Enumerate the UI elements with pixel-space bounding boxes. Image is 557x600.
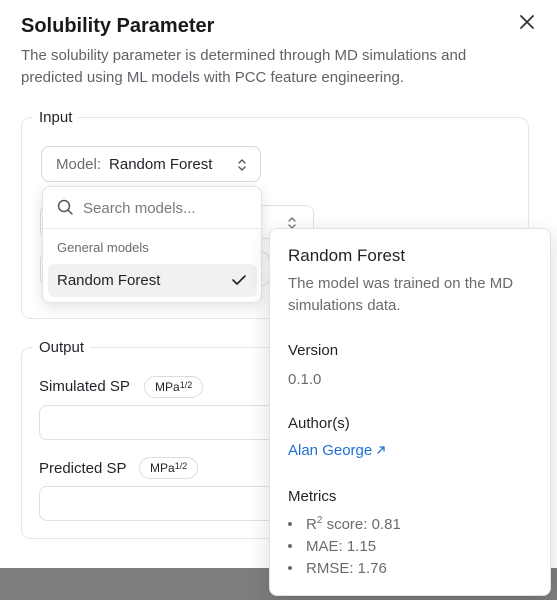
simulated-sp-label: Simulated SP: [39, 378, 130, 395]
option-label: Random Forest: [57, 272, 161, 289]
author-name: Alan George: [288, 442, 373, 459]
external-link-icon: [376, 442, 386, 459]
model-select-label: Model:: [56, 155, 102, 173]
model-search-input[interactable]: [81, 196, 250, 220]
close-icon[interactable]: [517, 12, 537, 32]
model-select-value: Random Forest: [109, 155, 213, 173]
metric-name: R: [306, 516, 317, 533]
simulated-sp-field[interactable]: [39, 405, 299, 440]
model-select[interactable]: Model: Random Forest: [41, 146, 261, 182]
search-row: [43, 187, 261, 229]
version-heading: Version: [288, 342, 339, 359]
model-dropdown: General models Random Forest: [42, 186, 262, 303]
chevron-updown-icon: [236, 157, 248, 177]
search-icon: [57, 199, 74, 221]
metric-name: RMSE: 1.76: [306, 560, 387, 577]
group-label: General models: [57, 240, 149, 255]
metrics-heading: Metrics: [288, 488, 337, 505]
predicted-sp-field[interactable]: [39, 486, 299, 521]
metric-name: MAE: 1.15: [306, 538, 377, 555]
option-random-forest[interactable]: Random Forest: [48, 264, 257, 297]
authors-heading: Author(s): [288, 415, 350, 432]
model-info-description: The model was trained on the MD simulati…: [288, 275, 514, 314]
metric-value: score: 0.81: [322, 516, 401, 533]
metric-r2: R2 score: 0.81: [288, 515, 401, 533]
unit-text: MPa: [155, 380, 180, 394]
unit-badge: MPa 1/2: [144, 376, 204, 398]
unit-exponent: 1/2: [179, 380, 193, 390]
unit-text: MPa: [150, 461, 175, 475]
author-link[interactable]: Alan George: [288, 442, 386, 459]
metric-rmse: RMSE: 1.76: [288, 560, 387, 577]
input-legend: Input: [33, 109, 79, 126]
version-value: 0.1.0: [288, 371, 322, 388]
output-legend: Output: [33, 339, 91, 356]
check-icon: [231, 273, 247, 291]
predicted-sp-label: Predicted SP: [39, 460, 127, 477]
dialog-description: The solubility parameter is determined t…: [21, 47, 467, 86]
unit-exponent: 1/2: [174, 461, 188, 471]
model-info-popover: Random Forest The model was trained on t…: [269, 228, 551, 596]
unit-badge: MPa 1/2: [139, 457, 199, 479]
metric-mae: MAE: 1.15: [288, 538, 376, 555]
model-info-title: Random Forest: [288, 246, 406, 265]
dialog-title: Solubility Parameter: [21, 15, 215, 37]
